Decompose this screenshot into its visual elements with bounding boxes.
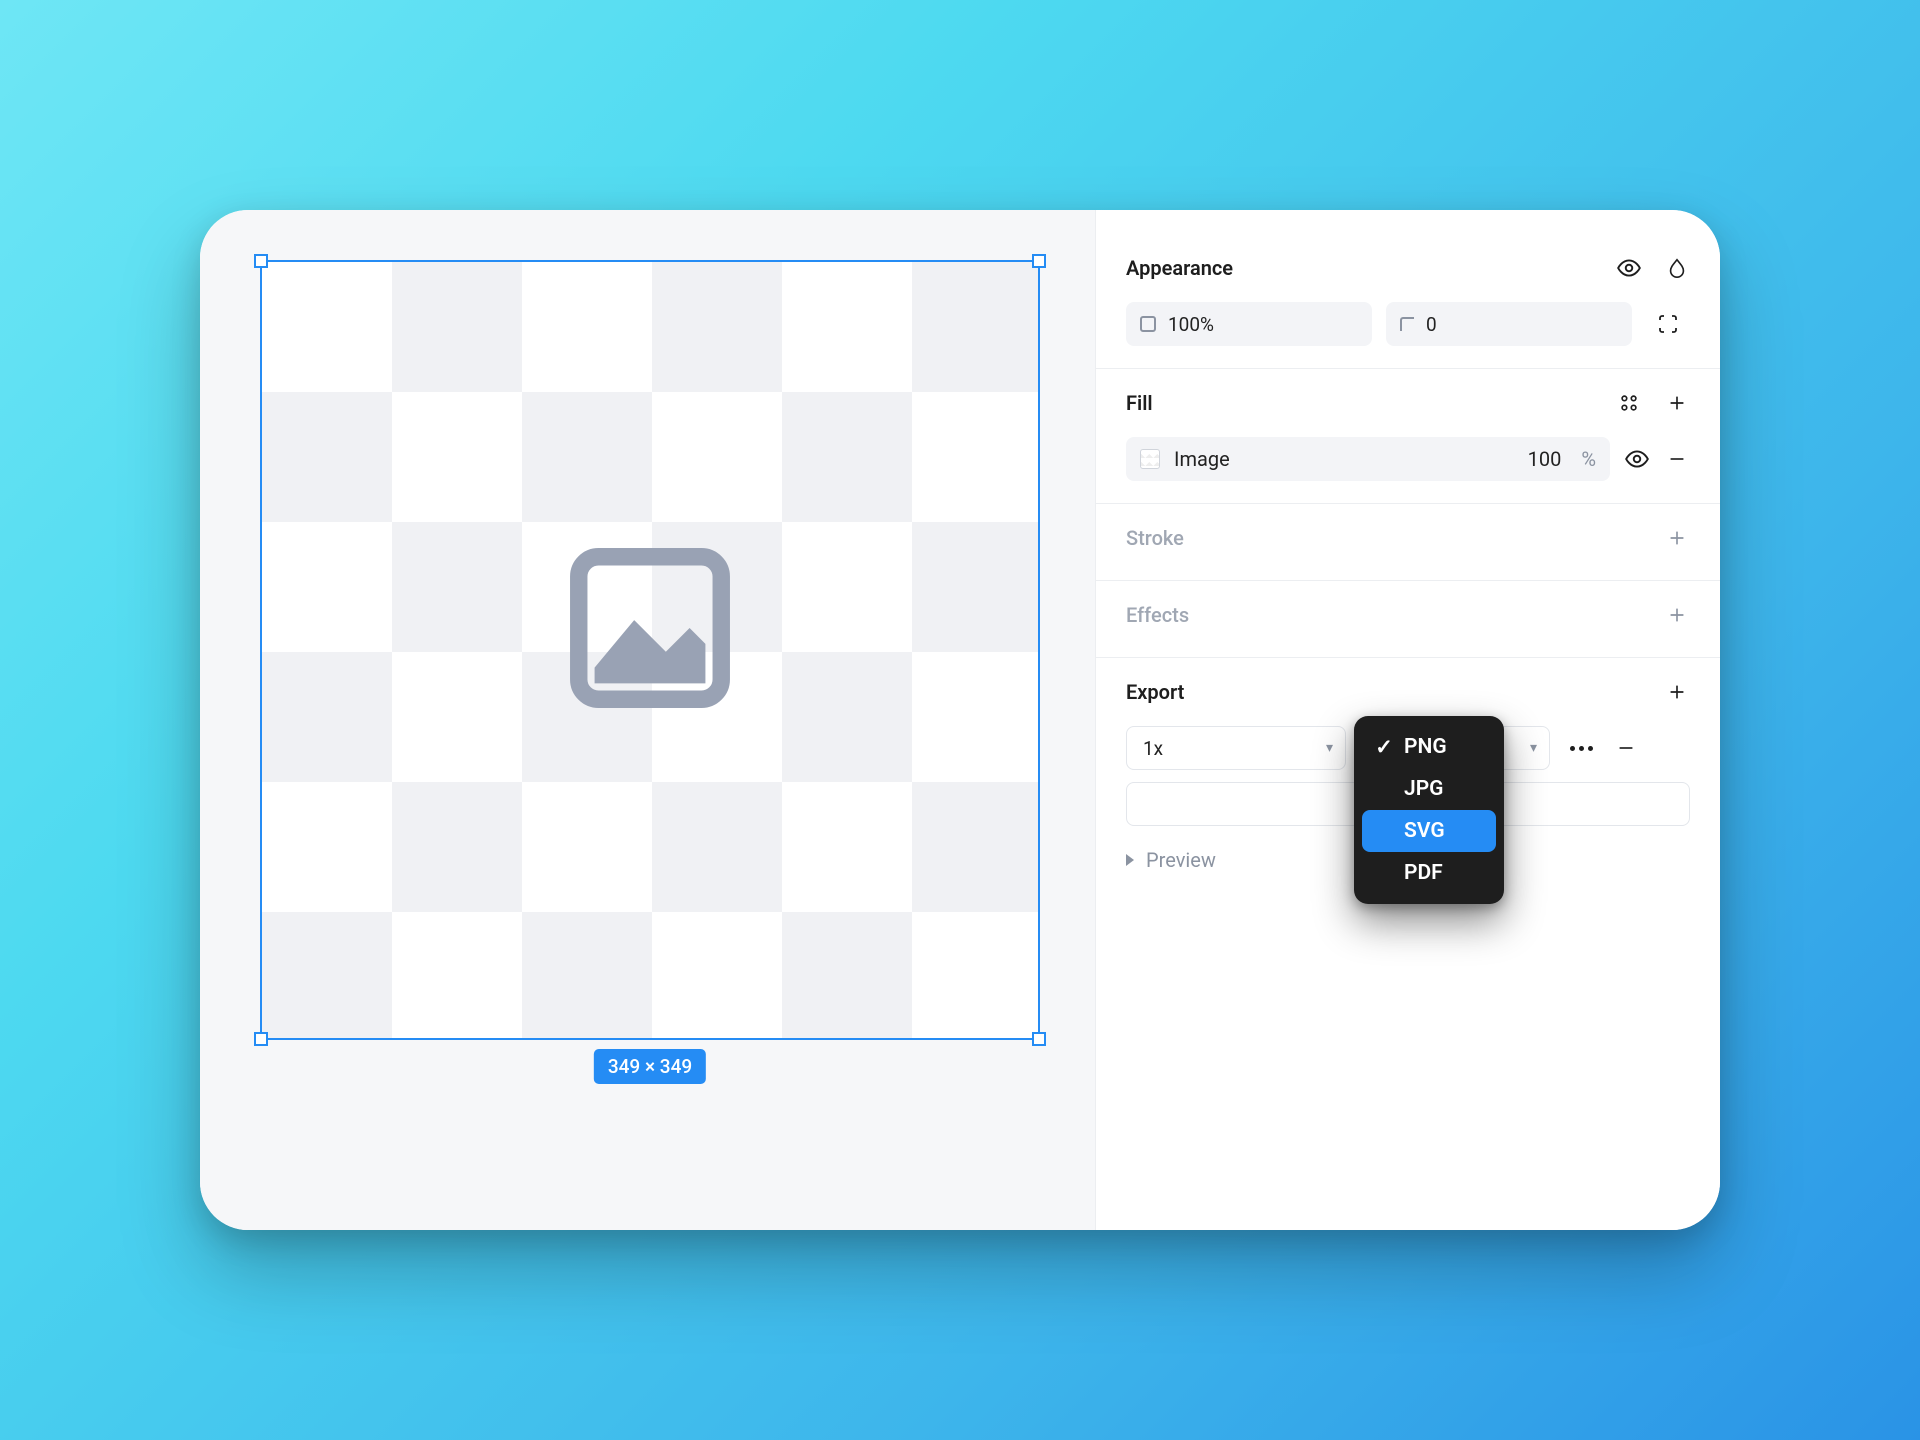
- opacity-value: 100%: [1168, 313, 1214, 336]
- format-option-label: SVG: [1404, 819, 1445, 843]
- stroke-title: Stroke: [1126, 526, 1184, 550]
- format-option-svg[interactable]: SVG: [1362, 810, 1496, 852]
- dimensions-badge: 349 × 349: [594, 1049, 706, 1084]
- check-icon: ✓: [1374, 735, 1394, 760]
- format-option-label: PNG: [1404, 735, 1447, 759]
- chevron-down-icon: ▾: [1326, 740, 1333, 756]
- add-stroke-icon[interactable]: [1664, 525, 1690, 551]
- effects-title: Effects: [1126, 603, 1189, 627]
- format-option-label: JPG: [1404, 777, 1444, 801]
- corner-radius-input[interactable]: 0: [1386, 302, 1632, 346]
- corner-radius-icon: [1400, 317, 1414, 331]
- fill-type-label: Image: [1174, 447, 1514, 471]
- export-format-dropdown: ✓ PNG JPG SVG PDF: [1354, 716, 1504, 904]
- effects-section: Effects: [1096, 581, 1720, 658]
- add-export-icon[interactable]: [1664, 679, 1690, 705]
- styles-icon[interactable]: [1616, 390, 1642, 416]
- properties-sidebar: Appearance 100% 0: [1095, 210, 1720, 1230]
- corner-radius-value: 0: [1426, 313, 1437, 336]
- triangle-right-icon: [1126, 854, 1134, 866]
- fill-opacity-value[interactable]: 100: [1528, 447, 1562, 471]
- image-placeholder-icon: [555, 533, 745, 728]
- format-option-jpg[interactable]: JPG: [1362, 768, 1496, 810]
- fill-title: Fill: [1126, 391, 1153, 415]
- opacity-icon: [1140, 316, 1156, 332]
- opacity-input[interactable]: 100%: [1126, 302, 1372, 346]
- export-title: Export: [1126, 680, 1184, 704]
- canvas-area[interactable]: 349 × 349: [200, 210, 1095, 1230]
- app-window: 349 × 349 Appearance 100%: [200, 210, 1720, 1230]
- appearance-section: Appearance 100% 0: [1096, 234, 1720, 369]
- fill-section: Fill Image 100 %: [1096, 369, 1720, 504]
- format-option-pdf[interactable]: PDF: [1362, 852, 1496, 894]
- export-section: Export 1x ▾ ▾: [1096, 658, 1720, 894]
- resize-handle-bottom-right[interactable]: [1032, 1032, 1046, 1046]
- resize-handle-top-left[interactable]: [254, 254, 268, 268]
- selected-frame[interactable]: 349 × 349: [260, 260, 1040, 1040]
- appearance-title: Appearance: [1126, 256, 1233, 280]
- stroke-section: Stroke: [1096, 504, 1720, 581]
- visibility-icon[interactable]: [1616, 255, 1642, 281]
- independent-corners-icon[interactable]: [1646, 302, 1690, 346]
- remove-fill-icon[interactable]: [1664, 446, 1690, 472]
- blend-drop-icon[interactable]: [1664, 255, 1690, 281]
- export-scale-value: 1x: [1143, 737, 1163, 760]
- fill-swatch-icon[interactable]: [1140, 449, 1160, 469]
- fill-opacity-unit: %: [1581, 447, 1596, 471]
- add-fill-icon[interactable]: [1664, 390, 1690, 416]
- export-scale-select[interactable]: 1x ▾: [1126, 726, 1346, 770]
- fill-entry[interactable]: Image 100 %: [1126, 437, 1610, 481]
- format-option-label: PDF: [1404, 861, 1443, 885]
- preview-label: Preview: [1146, 848, 1216, 872]
- format-option-png[interactable]: ✓ PNG: [1362, 726, 1496, 768]
- add-effect-icon[interactable]: [1664, 602, 1690, 628]
- fill-visibility-icon[interactable]: [1624, 446, 1650, 472]
- chevron-down-icon: ▾: [1530, 740, 1537, 756]
- resize-handle-bottom-left[interactable]: [254, 1032, 268, 1046]
- remove-export-icon[interactable]: [1613, 735, 1639, 761]
- resize-handle-top-right[interactable]: [1032, 254, 1046, 268]
- export-options-icon[interactable]: [1564, 746, 1599, 751]
